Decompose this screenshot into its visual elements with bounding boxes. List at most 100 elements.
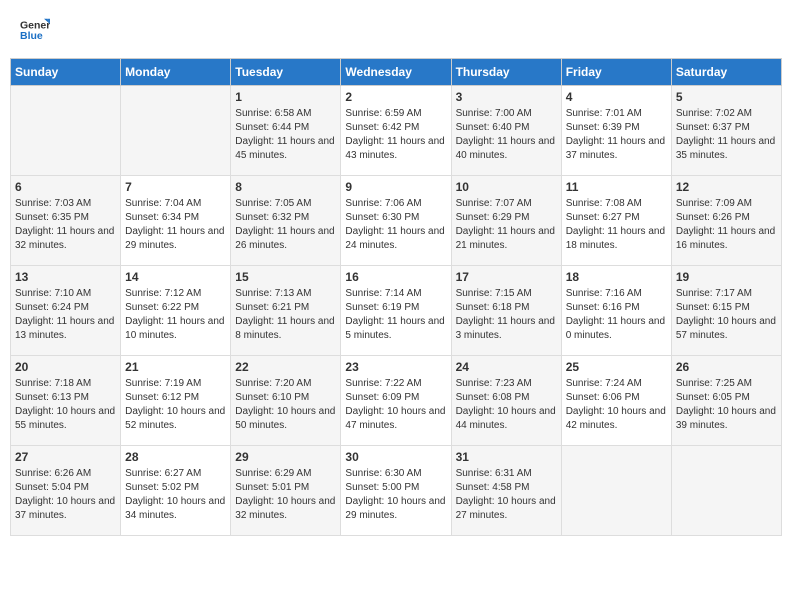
day-info: Sunrise: 6:59 AM Sunset: 6:42 PM Dayligh… (345, 107, 446, 163)
day-info: Sunrise: 7:18 AM Sunset: 6:13 PM Dayligh… (15, 377, 116, 433)
day-info: Sunrise: 7:23 AM Sunset: 6:08 PM Dayligh… (456, 377, 557, 433)
calendar-cell: 3 Sunrise: 7:00 AM Sunset: 6:40 PM Daylig… (451, 86, 561, 176)
day-info: Sunrise: 7:19 AM Sunset: 6:12 PM Dayligh… (125, 377, 226, 433)
day-number: 26 (676, 360, 777, 374)
day-number: 22 (235, 360, 336, 374)
day-number: 27 (15, 450, 116, 464)
calendar-cell: 21 Sunrise: 7:19 AM Sunset: 6:12 PM Dayli… (121, 356, 231, 446)
day-number: 1 (235, 90, 336, 104)
calendar-cell: 31 Sunrise: 6:31 AM Sunset: 4:58 PM Dayli… (451, 446, 561, 536)
calendar-cell: 24 Sunrise: 7:23 AM Sunset: 6:08 PM Dayli… (451, 356, 561, 446)
calendar-cell: 28 Sunrise: 6:27 AM Sunset: 5:02 PM Dayli… (121, 446, 231, 536)
day-number: 20 (15, 360, 116, 374)
calendar-cell: 15 Sunrise: 7:13 AM Sunset: 6:21 PM Dayli… (231, 266, 341, 356)
day-of-week-header: Monday (121, 59, 231, 86)
day-info: Sunrise: 7:07 AM Sunset: 6:29 PM Dayligh… (456, 197, 557, 253)
calendar-cell: 17 Sunrise: 7:15 AM Sunset: 6:18 PM Dayli… (451, 266, 561, 356)
day-info: Sunrise: 6:27 AM Sunset: 5:02 PM Dayligh… (125, 467, 226, 523)
day-info: Sunrise: 6:29 AM Sunset: 5:01 PM Dayligh… (235, 467, 336, 523)
calendar-cell: 9Sunrise: 7:06 AM Sunset: 6:30 PM Daylig… (341, 176, 451, 266)
day-number: 3 (456, 90, 557, 104)
day-info: Sunrise: 7:25 AM Sunset: 6:05 PM Dayligh… (676, 377, 777, 433)
day-info: Sunrise: 7:15 AM Sunset: 6:18 PM Dayligh… (456, 287, 557, 343)
day-info: Sunrise: 7:00 AM Sunset: 6:40 PM Dayligh… (456, 107, 557, 163)
calendar-week-row: 6 Sunrise: 7:03 AM Sunset: 6:35 PM Daylig… (11, 176, 782, 266)
calendar-cell: 22 Sunrise: 7:20 AM Sunset: 6:10 PM Dayli… (231, 356, 341, 446)
day-of-week-header: Thursday (451, 59, 561, 86)
day-info: Sunrise: 7:09 AM Sunset: 6:26 PM Dayligh… (676, 197, 777, 253)
day-info: Sunrise: 7:06 AM Sunset: 6:30 PM Dayligh… (345, 197, 446, 253)
day-number: 21 (125, 360, 226, 374)
day-number: 6 (15, 180, 116, 194)
calendar-cell (671, 446, 781, 536)
calendar-cell: 23Sunrise: 7:22 AM Sunset: 6:09 PM Dayli… (341, 356, 451, 446)
calendar-cell: 29Sunrise: 6:29 AM Sunset: 5:01 PM Dayli… (231, 446, 341, 536)
calendar-cell: 7Sunrise: 7:04 AM Sunset: 6:34 PM Daylig… (121, 176, 231, 266)
day-info: Sunrise: 6:26 AM Sunset: 5:04 PM Dayligh… (15, 467, 116, 523)
day-number: 11 (566, 180, 667, 194)
day-number: 17 (456, 270, 557, 284)
day-number: 4 (566, 90, 667, 104)
calendar-cell: 30Sunrise: 6:30 AM Sunset: 5:00 PM Dayli… (341, 446, 451, 536)
calendar-week-row: 20 Sunrise: 7:18 AM Sunset: 6:13 PM Dayli… (11, 356, 782, 446)
calendar-cell: 11 Sunrise: 7:08 AM Sunset: 6:27 PM Dayli… (561, 176, 671, 266)
calendar-cell: 25Sunrise: 7:24 AM Sunset: 6:06 PM Dayli… (561, 356, 671, 446)
day-of-week-header: Friday (561, 59, 671, 86)
day-number: 24 (456, 360, 557, 374)
calendar-cell: 13 Sunrise: 7:10 AM Sunset: 6:24 PM Dayli… (11, 266, 121, 356)
day-number: 8 (235, 180, 336, 194)
day-info: Sunrise: 7:04 AM Sunset: 6:34 PM Dayligh… (125, 197, 226, 253)
day-number: 23 (345, 360, 446, 374)
day-info: Sunrise: 6:31 AM Sunset: 4:58 PM Dayligh… (456, 467, 557, 523)
day-info: Sunrise: 7:02 AM Sunset: 6:37 PM Dayligh… (676, 107, 777, 163)
calendar-cell: 6 Sunrise: 7:03 AM Sunset: 6:35 PM Daylig… (11, 176, 121, 266)
calendar-header-row: SundayMondayTuesdayWednesdayThursdayFrid… (11, 59, 782, 86)
calendar-week-row: 27 Sunrise: 6:26 AM Sunset: 5:04 PM Dayli… (11, 446, 782, 536)
day-info: Sunrise: 7:14 AM Sunset: 6:19 PM Dayligh… (345, 287, 446, 343)
calendar-cell (11, 86, 121, 176)
calendar-cell (121, 86, 231, 176)
day-number: 16 (345, 270, 446, 284)
calendar-cell: 8 Sunrise: 7:05 AM Sunset: 6:32 PM Daylig… (231, 176, 341, 266)
day-info: Sunrise: 7:01 AM Sunset: 6:39 PM Dayligh… (566, 107, 667, 163)
calendar-table: SundayMondayTuesdayWednesdayThursdayFrid… (10, 58, 782, 536)
calendar-cell: 20 Sunrise: 7:18 AM Sunset: 6:13 PM Dayli… (11, 356, 121, 446)
day-number: 5 (676, 90, 777, 104)
day-info: Sunrise: 7:05 AM Sunset: 6:32 PM Dayligh… (235, 197, 336, 253)
day-info: Sunrise: 7:13 AM Sunset: 6:21 PM Dayligh… (235, 287, 336, 343)
calendar-cell: 14Sunrise: 7:12 AM Sunset: 6:22 PM Dayli… (121, 266, 231, 356)
day-info: Sunrise: 7:10 AM Sunset: 6:24 PM Dayligh… (15, 287, 116, 343)
calendar-cell: 4 Sunrise: 7:01 AM Sunset: 6:39 PM Daylig… (561, 86, 671, 176)
day-info: Sunrise: 7:03 AM Sunset: 6:35 PM Dayligh… (15, 197, 116, 253)
logo-icon: General Blue (20, 15, 50, 45)
day-info: Sunrise: 7:16 AM Sunset: 6:16 PM Dayligh… (566, 287, 667, 343)
day-of-week-header: Saturday (671, 59, 781, 86)
calendar-cell: 5 Sunrise: 7:02 AM Sunset: 6:37 PM Daylig… (671, 86, 781, 176)
calendar-cell: 16 Sunrise: 7:14 AM Sunset: 6:19 PM Dayli… (341, 266, 451, 356)
day-of-week-header: Wednesday (341, 59, 451, 86)
calendar-week-row: 13 Sunrise: 7:10 AM Sunset: 6:24 PM Dayli… (11, 266, 782, 356)
calendar-cell: 26 Sunrise: 7:25 AM Sunset: 6:05 PM Dayli… (671, 356, 781, 446)
day-number: 13 (15, 270, 116, 284)
calendar-cell: 19Sunrise: 7:17 AM Sunset: 6:15 PM Dayli… (671, 266, 781, 356)
day-info: Sunrise: 7:20 AM Sunset: 6:10 PM Dayligh… (235, 377, 336, 433)
day-info: Sunrise: 7:24 AM Sunset: 6:06 PM Dayligh… (566, 377, 667, 433)
day-number: 15 (235, 270, 336, 284)
calendar-cell (561, 446, 671, 536)
day-info: Sunrise: 7:12 AM Sunset: 6:22 PM Dayligh… (125, 287, 226, 343)
day-info: Sunrise: 6:30 AM Sunset: 5:00 PM Dayligh… (345, 467, 446, 523)
page-header: General Blue (10, 10, 782, 50)
day-number: 12 (676, 180, 777, 194)
calendar-cell: 18 Sunrise: 7:16 AM Sunset: 6:16 PM Dayli… (561, 266, 671, 356)
calendar-cell: 12 Sunrise: 7:09 AM Sunset: 6:26 PM Dayli… (671, 176, 781, 266)
day-of-week-header: Sunday (11, 59, 121, 86)
day-number: 18 (566, 270, 667, 284)
day-info: Sunrise: 6:58 AM Sunset: 6:44 PM Dayligh… (235, 107, 336, 163)
day-info: Sunrise: 7:17 AM Sunset: 6:15 PM Dayligh… (676, 287, 777, 343)
svg-text:Blue: Blue (20, 30, 43, 42)
day-number: 31 (456, 450, 557, 464)
day-number: 28 (125, 450, 226, 464)
day-number: 2 (345, 90, 446, 104)
calendar-week-row: 1 Sunrise: 6:58 AM Sunset: 6:44 PM Daylig… (11, 86, 782, 176)
day-info: Sunrise: 7:08 AM Sunset: 6:27 PM Dayligh… (566, 197, 667, 253)
